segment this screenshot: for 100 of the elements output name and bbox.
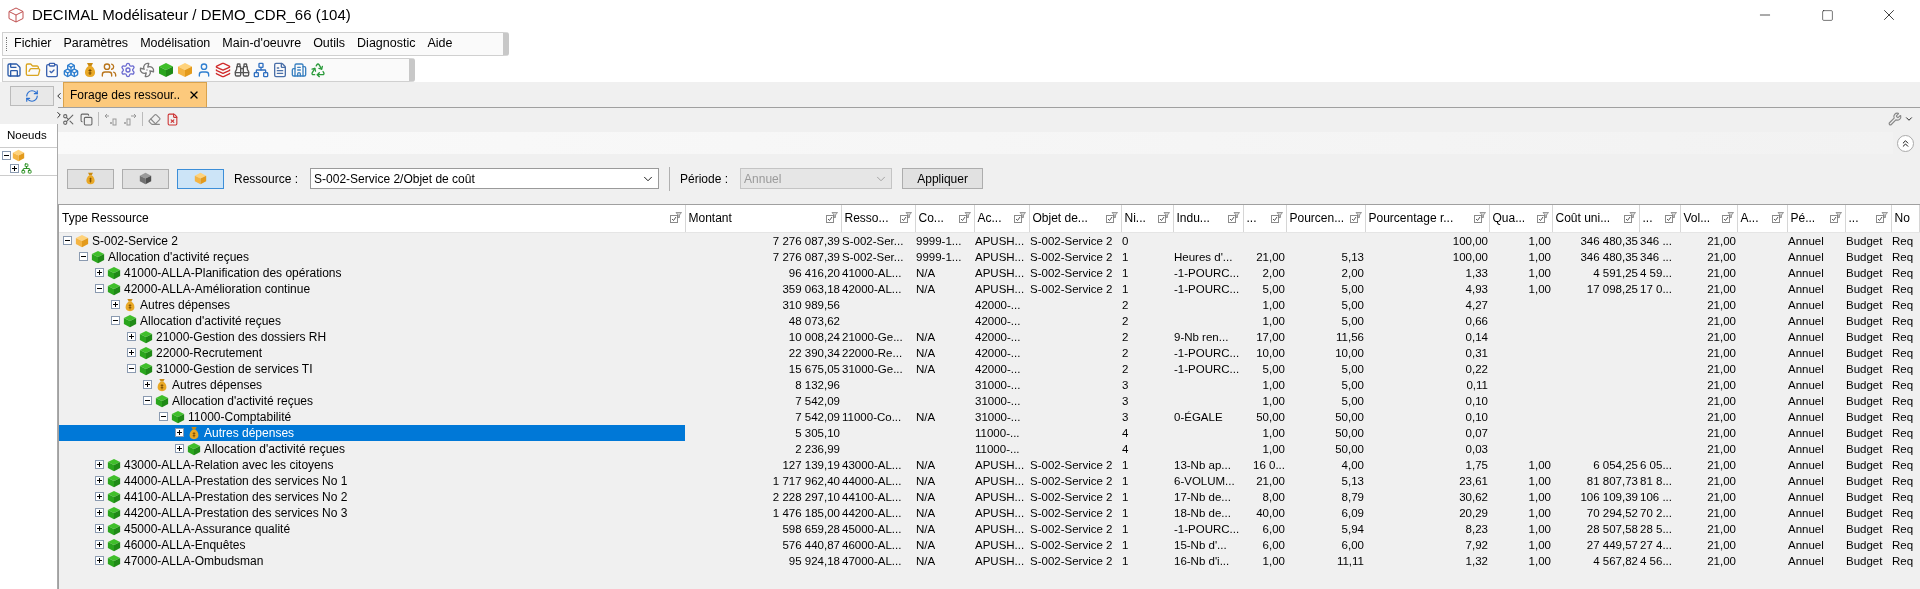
expand-toggle[interactable] [111, 300, 120, 309]
tree-row[interactable]: Autres dépenses [59, 424, 685, 441]
expand-toggle[interactable] [95, 476, 104, 485]
delete-document-icon[interactable] [166, 112, 179, 126]
cut-icon[interactable] [62, 112, 75, 126]
column-header[interactable]: Pé... [1790, 209, 1828, 228]
menu-item[interactable]: Diagnostic [351, 32, 422, 55]
column-header[interactable]: Indu... [1176, 209, 1226, 228]
filter-icon[interactable] [1227, 212, 1240, 225]
tree-row[interactable]: Autres dépenses [59, 296, 685, 313]
column-header[interactable]: No [1894, 209, 1916, 228]
tree-row[interactable]: 46000-ALLA-Enquêtes [59, 536, 685, 553]
column-header[interactable]: Resso... [844, 209, 898, 228]
refresh-button[interactable] [10, 86, 54, 106]
side-tab[interactable]: Noeuds [0, 124, 57, 148]
column-header[interactable]: Objet de... [1032, 209, 1104, 228]
tree-row[interactable]: 45000-ALLA-Assurance qualité [59, 520, 685, 537]
filter-icon[interactable] [1536, 212, 1549, 225]
collapse-toggle[interactable] [143, 396, 152, 405]
tree-row[interactable]: Allocation d'activité reçues [59, 312, 685, 329]
column-header[interactable]: Type Ressource [62, 209, 668, 228]
menu-item[interactable]: Fichier [8, 32, 58, 55]
column-header[interactable]: Coût uni... [1555, 209, 1622, 228]
users-icon[interactable] [101, 61, 117, 78]
column-header[interactable]: A... [1740, 209, 1770, 228]
column-header[interactable]: Montant [688, 209, 824, 228]
collapse-toggle[interactable] [95, 284, 104, 293]
filter-icon[interactable] [1349, 212, 1362, 225]
column-header[interactable]: Ac... [977, 209, 1012, 228]
layers-icon[interactable] [215, 61, 231, 78]
column-header[interactable]: Qua... [1492, 209, 1535, 228]
save-icon[interactable] [6, 61, 22, 78]
column-header[interactable]: ... [1848, 209, 1874, 228]
tree-row[interactable]: Autres dépenses [59, 376, 685, 393]
tree-row[interactable]: 43000-ALLA-Relation avec les citoyens [59, 456, 685, 473]
filter-icon[interactable] [1623, 212, 1636, 225]
expand-toggle[interactable] [95, 556, 104, 565]
expand-toggle[interactable] [175, 428, 184, 437]
menu-item[interactable]: Aide [421, 32, 459, 55]
filter-icon[interactable] [958, 212, 971, 225]
expand-toggle[interactable] [127, 348, 136, 357]
tree-row[interactable]: 11000-Comptabilité [59, 408, 685, 425]
tree-row[interactable]: Allocation d'activité reçues [59, 248, 685, 265]
column-header[interactable]: ... [1642, 209, 1663, 228]
tree-row[interactable]: 41000-ALLA-Planification des opérations [59, 264, 685, 281]
maximize-icon[interactable] [1820, 8, 1834, 22]
document-tab[interactable]: Forage des ressour.. [63, 82, 208, 107]
boxes-icon[interactable] [63, 61, 79, 78]
collapse-toggle[interactable] [159, 412, 168, 421]
filter-icon[interactable] [1105, 212, 1118, 225]
settings-icon[interactable] [1888, 112, 1902, 126]
expand-toggle[interactable] [95, 268, 104, 277]
tree-row[interactable]: 22000-Recrutement [59, 344, 685, 361]
expand-toggle[interactable] [95, 540, 104, 549]
eraser-icon[interactable] [148, 112, 161, 126]
apply-button[interactable]: Appliquer [902, 168, 984, 189]
collapse-toggle[interactable] [2, 150, 11, 160]
recycle-icon[interactable] [310, 61, 326, 78]
expand-toggle[interactable] [95, 460, 104, 469]
expand-toggle[interactable] [127, 332, 136, 341]
column-header[interactable]: ... [1246, 209, 1269, 228]
column-header[interactable]: Vol... [1683, 209, 1720, 228]
collapse-toggle[interactable] [63, 236, 72, 245]
network-icon[interactable] [253, 61, 269, 78]
tree-row[interactable]: Allocation d'activité reçues [59, 440, 685, 457]
resource-type-button[interactable] [177, 168, 224, 189]
column-header[interactable]: Ni... [1124, 209, 1156, 228]
settings-icon[interactable] [120, 61, 136, 78]
binoculars-icon[interactable] [234, 61, 250, 78]
expand-toggle[interactable] [175, 444, 184, 453]
filter-icon[interactable] [1721, 212, 1734, 225]
tree-row[interactable]: S-002-Service 2 [59, 232, 685, 249]
building-icon[interactable] [291, 61, 307, 78]
expand-toggle[interactable] [95, 492, 104, 501]
copy-icon[interactable] [80, 112, 93, 126]
chart-document-icon[interactable] [272, 61, 288, 78]
tree-row[interactable]: 44000-ALLA-Prestation des services No 1 [59, 472, 685, 489]
refresh-icon[interactable] [25, 89, 39, 103]
tree-row[interactable]: 42000-ALLA-Amélioration continue [59, 280, 685, 297]
filter-icon[interactable] [1875, 212, 1888, 225]
column-header[interactable]: Co... [918, 209, 957, 228]
resource-dropdown[interactable]: S-002-Service 2/Objet de coût [310, 168, 660, 189]
tree-row[interactable]: 44100-ALLA-Prestation des services No 2 [59, 488, 685, 505]
checklist-icon[interactable] [44, 61, 60, 78]
menu-item[interactable]: Main-d'oeuvre [216, 32, 308, 55]
filter-icon[interactable] [1157, 212, 1170, 225]
expand-toggle[interactable] [95, 508, 104, 517]
filter-icon[interactable] [669, 212, 682, 225]
filter-icon[interactable] [1270, 212, 1283, 225]
filter-icon[interactable] [1473, 212, 1486, 225]
column-header[interactable]: Pourcentage r... [1368, 209, 1472, 228]
filter-icon[interactable] [1013, 212, 1026, 225]
resource-type-button[interactable] [122, 168, 169, 189]
expand-toggle[interactable] [143, 380, 152, 389]
tree-row[interactable]: 44200-ALLA-Prestation des services No 3 [59, 504, 685, 521]
user-icon[interactable] [196, 61, 212, 78]
expand-toggle[interactable] [95, 524, 104, 533]
tree-row[interactable]: Allocation d'activité reçues [59, 392, 685, 409]
tree-row[interactable]: 31000-Gestion de services TI [59, 360, 685, 377]
column-header[interactable]: Pourcen... [1289, 209, 1348, 228]
